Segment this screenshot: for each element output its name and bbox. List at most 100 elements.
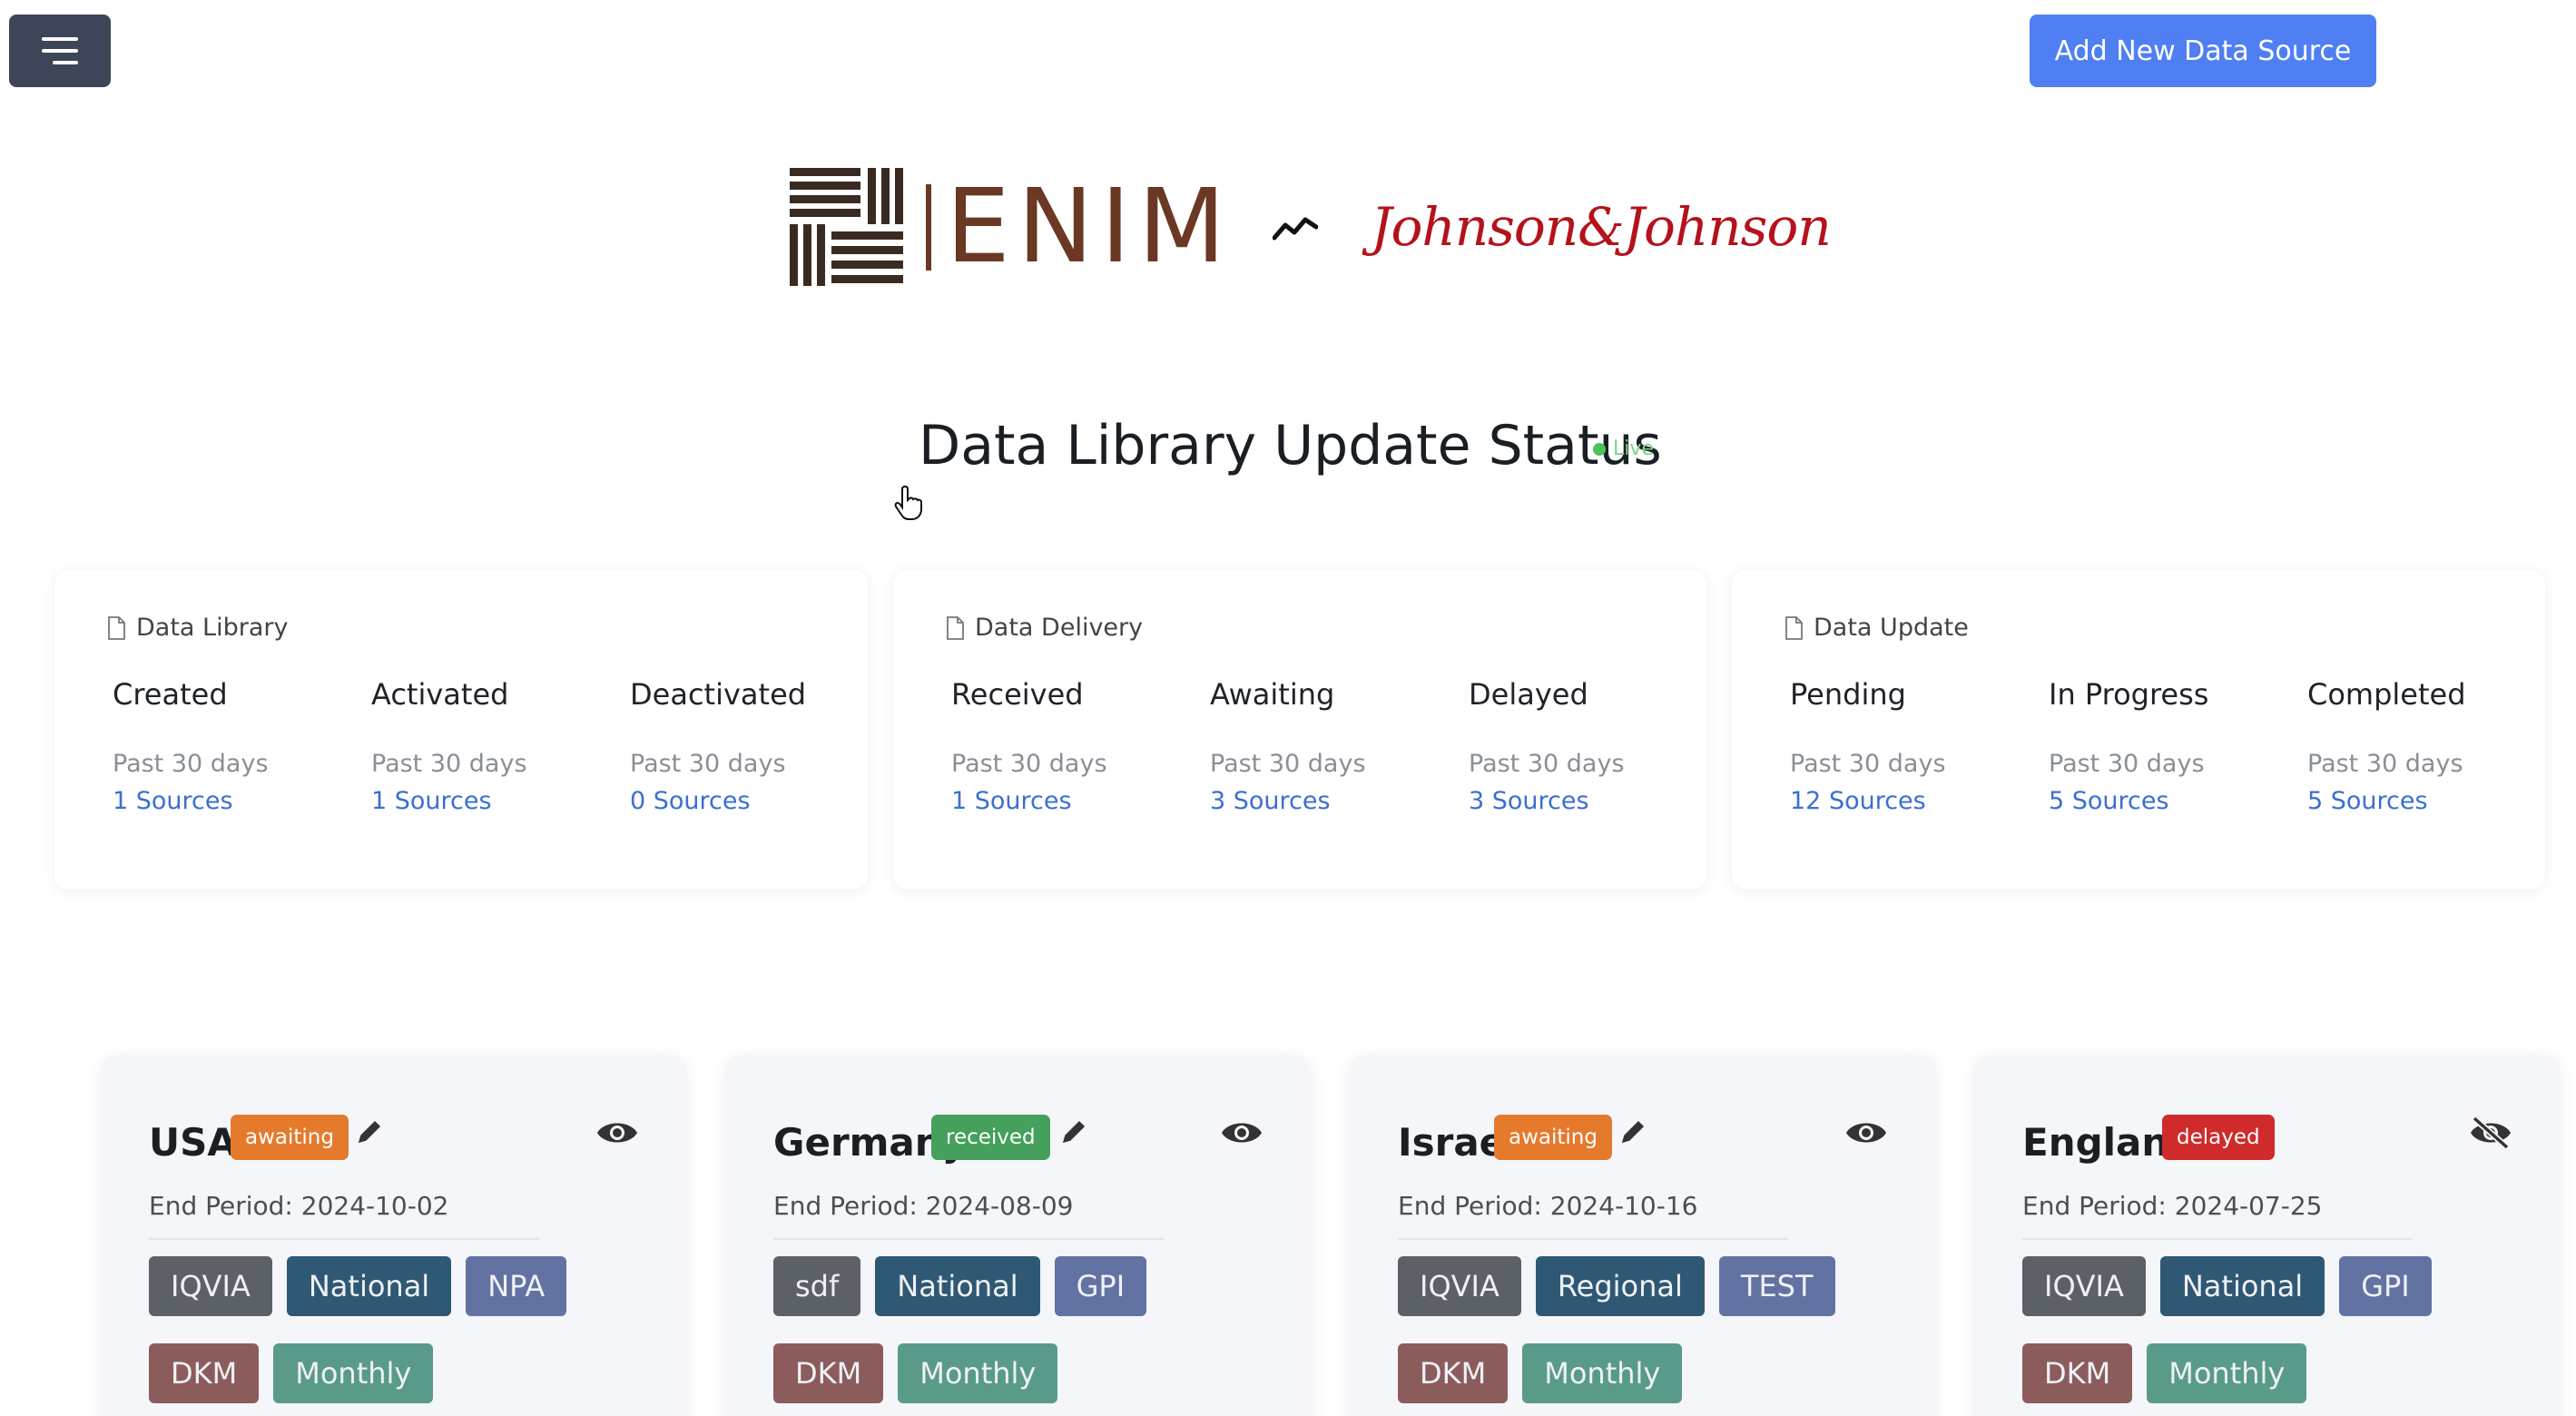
tag-source: DKM — [149, 1343, 260, 1403]
stats-card-data-delivery: Data Delivery Received Past 30 days 1 So… — [893, 570, 1706, 890]
divider — [149, 1238, 539, 1240]
enim-logo-text: ENIM — [946, 168, 1234, 286]
country-name: USA — [149, 1120, 237, 1165]
end-period: End Period: 2024-07-25 — [2022, 1191, 2323, 1221]
document-icon — [108, 615, 125, 640]
stats-card-header: Data Update — [1785, 614, 1969, 642]
tag-scope: National — [2159, 1256, 2325, 1316]
stats-card-header: Data Delivery — [946, 614, 1143, 642]
stat-title: In Progress — [2049, 677, 2209, 712]
stat-period: Past 30 days — [951, 750, 1107, 778]
stat-count-link[interactable]: 1 Sources — [113, 787, 371, 815]
stat-count-link[interactable]: 12 Sources — [1790, 787, 2049, 815]
partner-logo-text: Johnson&Johnson — [1371, 196, 1831, 258]
stat-title: Deactivated — [630, 677, 807, 712]
tag-frequency: Monthly — [273, 1343, 434, 1403]
tag-scope: National — [875, 1256, 1040, 1316]
stat-period: Past 30 days — [113, 750, 269, 778]
trend-line-icon — [1273, 217, 1319, 241]
stats-card-title: Data Delivery — [975, 614, 1144, 642]
stats-card-data-library: Data Library Created Past 30 days 1 Sour… — [54, 570, 868, 890]
country-card-usa[interactable]: USA awaiting End Period: 2024-10-02 IQVI… — [102, 1055, 686, 1416]
live-dot-icon — [1593, 442, 1606, 456]
stat-title: Pending — [1790, 677, 1906, 712]
stat-in-progress: In Progress Past 30 days 5 Sources — [2049, 677, 2307, 815]
stat-count-link[interactable]: 5 Sources — [2049, 787, 2307, 815]
status-badge: delayed — [2162, 1115, 2275, 1160]
divider — [773, 1238, 1164, 1240]
menu-button[interactable] — [9, 15, 111, 87]
tag-row: DKM Monthly — [1398, 1343, 1683, 1403]
tag-type: TEST — [1718, 1256, 1835, 1316]
edit-pencil-icon[interactable] — [356, 1118, 383, 1146]
stats-card-header: Data Library — [107, 614, 288, 642]
divider — [2022, 1238, 2413, 1240]
tag-frequency: Monthly — [2147, 1343, 2307, 1403]
hand-cursor-icon — [894, 485, 922, 520]
document-icon — [1785, 615, 1803, 640]
logo-row: ENIM Johnson&Johnson — [790, 168, 1832, 286]
eye-icon[interactable] — [1220, 1116, 1263, 1149]
tag-provider: IQVIA — [1398, 1256, 1521, 1316]
stat-received: Received Past 30 days 1 Sources — [951, 677, 1210, 815]
logo-divider — [926, 183, 931, 270]
stat-period: Past 30 days — [1210, 750, 1366, 778]
stat-title: Completed — [2307, 677, 2466, 712]
status-badge: awaiting — [1494, 1115, 1612, 1160]
country-card-england[interactable]: England delayed End Period: 2024-07-25 I… — [1975, 1055, 2560, 1416]
stat-title: Awaiting — [1210, 677, 1335, 712]
stat-count-link[interactable]: 3 Sources — [1210, 787, 1469, 815]
stat-title: Activated — [371, 677, 509, 712]
stats-card-data-update: Data Update Pending Past 30 days 12 Sour… — [1732, 570, 2545, 890]
edit-pencil-icon[interactable] — [1060, 1118, 1087, 1146]
stat-count-link[interactable]: 3 Sources — [1469, 787, 1727, 815]
status-badge: awaiting — [231, 1115, 349, 1160]
stat-count-link[interactable]: 1 Sources — [951, 787, 1210, 815]
stat-count-link[interactable]: 1 Sources — [371, 787, 630, 815]
hamburger-icon — [42, 37, 78, 64]
end-period: End Period: 2024-10-16 — [1398, 1191, 1698, 1221]
stat-period: Past 30 days — [1790, 750, 1946, 778]
stat-completed: Completed Past 30 days 5 Sources — [2307, 677, 2566, 815]
tag-type: GPI — [1054, 1256, 1147, 1316]
end-period: End Period: 2024-10-02 — [149, 1191, 449, 1221]
stat-period: Past 30 days — [2049, 750, 2205, 778]
stat-created: Created Past 30 days 1 Sources — [113, 677, 371, 815]
eye-slash-icon[interactable] — [2469, 1116, 2512, 1149]
document-icon — [947, 615, 964, 640]
eye-icon[interactable] — [595, 1116, 639, 1149]
stat-deactivated: Deactivated Past 30 days 0 Sources — [630, 677, 889, 815]
edit-pencil-icon[interactable] — [1619, 1118, 1647, 1146]
add-data-source-button[interactable]: Add New Data Source — [2030, 15, 2376, 87]
tag-row: IQVIA National NPA — [149, 1256, 567, 1316]
page-title: Data Library Update Status — [919, 414, 1662, 477]
live-indicator: Live — [1593, 438, 1654, 460]
stats-card-title: Data Library — [136, 614, 289, 642]
country-card-germany[interactable]: Germany received End Period: 2024-08-09 … — [726, 1055, 1311, 1416]
stat-activated: Activated Past 30 days 1 Sources — [371, 677, 630, 815]
enim-logo-mark — [790, 168, 903, 286]
tag-row: DKM Monthly — [773, 1343, 1058, 1403]
tag-row: DKM Monthly — [149, 1343, 434, 1403]
divider — [1398, 1238, 1788, 1240]
stat-title: Received — [951, 677, 1084, 712]
tag-provider: sdf — [773, 1256, 861, 1316]
tag-scope: National — [286, 1256, 452, 1316]
stat-period: Past 30 days — [630, 750, 786, 778]
tag-frequency: Monthly — [1522, 1343, 1683, 1403]
end-period: End Period: 2024-08-09 — [773, 1191, 1074, 1221]
stat-period: Past 30 days — [2307, 750, 2463, 778]
tag-provider: IQVIA — [2022, 1256, 2146, 1316]
tag-row: IQVIA Regional TEST — [1398, 1256, 1835, 1316]
country-card-israel[interactable]: Israel awaiting End Period: 2024-10-16 I… — [1351, 1055, 1935, 1416]
tag-source: DKM — [1398, 1343, 1509, 1403]
stat-pending: Pending Past 30 days 12 Sources — [1790, 677, 2049, 815]
tag-type: NPA — [466, 1256, 567, 1316]
stat-count-link[interactable]: 0 Sources — [630, 787, 889, 815]
tag-type: GPI — [2339, 1256, 2432, 1316]
eye-icon[interactable] — [1844, 1116, 1888, 1149]
tag-scope: Regional — [1535, 1256, 1705, 1316]
tag-frequency: Monthly — [898, 1343, 1058, 1403]
tag-row: sdf National GPI — [773, 1256, 1147, 1316]
stat-count-link[interactable]: 5 Sources — [2307, 787, 2566, 815]
